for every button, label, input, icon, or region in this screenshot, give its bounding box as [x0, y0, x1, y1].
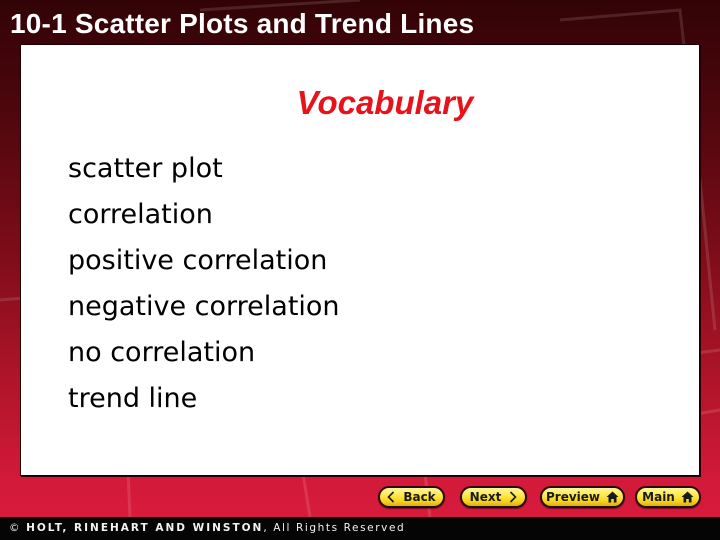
back-button-label: Back — [403, 490, 436, 504]
vocabulary-term: no correlation — [68, 337, 256, 368]
home-icon — [606, 491, 619, 503]
publisher-name: HOLT, RINEHART AND WINSTON — [26, 522, 264, 534]
rights-text: , All Rights Reserved — [263, 522, 406, 534]
chevron-left-icon — [387, 491, 395, 503]
vocabulary-term-list: scatter plot correlation positive correl… — [68, 146, 340, 422]
vocabulary-term: negative correlation — [68, 291, 340, 322]
preview-button[interactable]: Preview — [540, 486, 625, 508]
copyright-symbol: © — [9, 522, 22, 534]
preview-button-label: Preview — [546, 490, 601, 504]
slide-title: 10-1 Scatter Plots and Trend Lines — [10, 8, 475, 39]
footer-bar: © HOLT, RINEHART AND WINSTON, All Rights… — [0, 517, 720, 540]
vocabulary-term: positive correlation — [68, 245, 328, 276]
content-panel: Vocabulary scatter plot correlation posi… — [20, 44, 700, 476]
next-button-label: Next — [469, 490, 502, 504]
back-button[interactable]: Back — [378, 486, 445, 508]
main-button[interactable]: Main — [635, 486, 701, 508]
main-button-label: Main — [642, 490, 675, 504]
vocabulary-heading: Vocabulary — [296, 84, 474, 121]
chevron-right-icon — [509, 491, 517, 503]
vocabulary-term: correlation — [68, 199, 213, 230]
vocabulary-term: trend line — [68, 383, 198, 414]
copyright-notice: © HOLT, RINEHART AND WINSTON, All Rights… — [9, 521, 405, 535]
vocabulary-term: scatter plot — [68, 153, 223, 184]
home-icon — [681, 491, 694, 503]
next-button[interactable]: Next — [460, 486, 527, 508]
